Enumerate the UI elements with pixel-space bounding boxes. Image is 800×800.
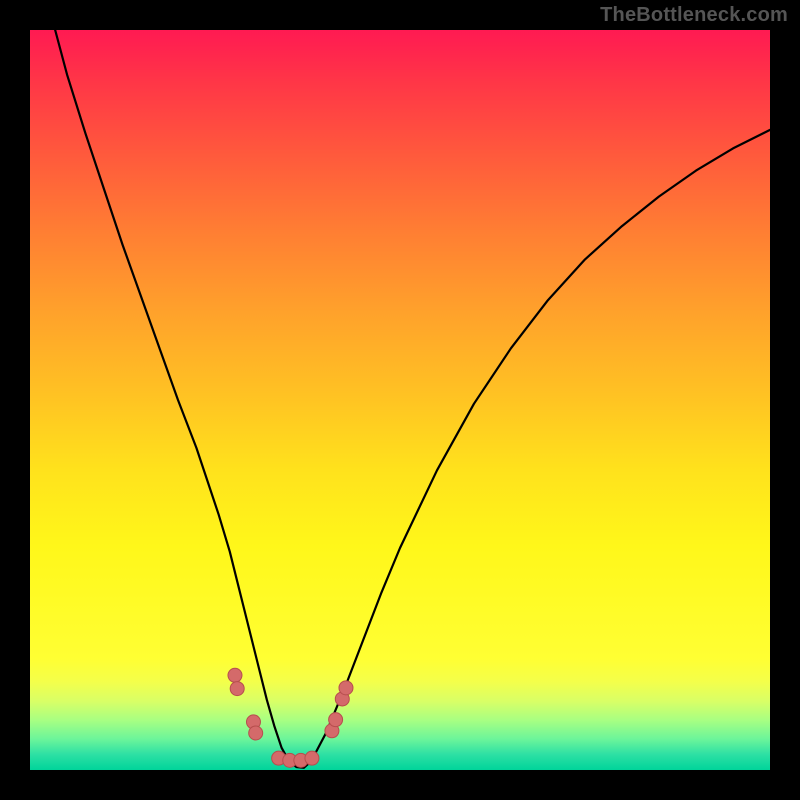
- left-marker-lower-2: [249, 726, 263, 740]
- main-curve: [55, 30, 770, 768]
- left-marker-upper-1: [228, 668, 242, 682]
- bottom-marker-4: [305, 751, 319, 765]
- markers-group: [228, 668, 353, 767]
- right-marker-lower-2: [329, 713, 343, 727]
- left-marker-upper-2: [230, 682, 244, 696]
- chart-svg: [30, 30, 770, 770]
- right-marker-upper-2: [339, 681, 353, 695]
- watermark-text: TheBottleneck.com: [600, 4, 788, 27]
- chart-frame: TheBottleneck.com: [0, 0, 800, 800]
- plot-area: [30, 30, 770, 770]
